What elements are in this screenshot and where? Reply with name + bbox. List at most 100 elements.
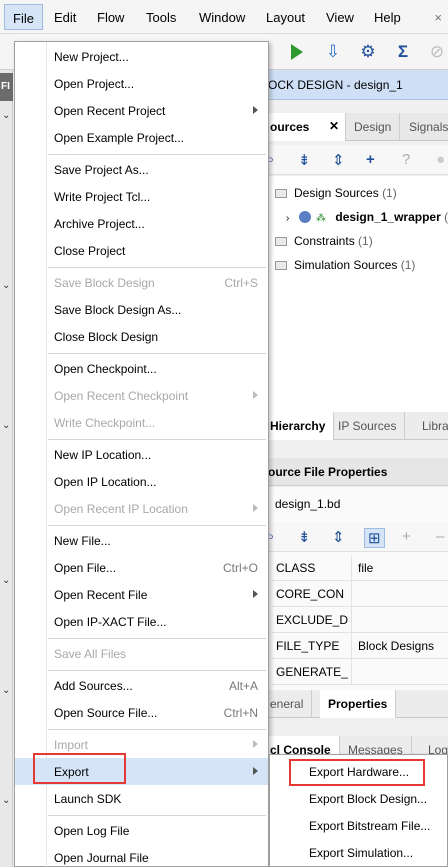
add-icon[interactable]: +	[366, 151, 375, 168]
tree-item-simulation-sources[interactable]: Simulation Sources (1)	[275, 258, 415, 272]
table-row[interactable]: CLASS file	[272, 555, 448, 581]
tab-sources[interactable]: ources ✕	[262, 113, 346, 141]
block-design-header: OCK DESIGN - design_1	[262, 70, 448, 100]
chevron-down-icon[interactable]: ⌄	[2, 110, 10, 121]
menu-item-open-journal-file[interactable]: Open Journal File	[15, 844, 268, 867]
tree-item-constraints[interactable]: Constraints (1)	[275, 234, 373, 248]
menu-item-new-file[interactable]: New File...	[15, 527, 268, 554]
help-icon[interactable]: ?	[402, 151, 410, 168]
expand-all-icon[interactable]: ⇕	[332, 528, 345, 546]
folder-icon	[275, 189, 287, 198]
menu-separator	[48, 729, 266, 730]
menu-file[interactable]: File	[4, 4, 43, 30]
tab-libraries[interactable]: Libra	[414, 412, 448, 440]
table-row[interactable]: GENERATE_	[272, 659, 448, 685]
menu-item-save-block-design-as[interactable]: Save Block Design As...	[15, 296, 268, 323]
menu-window[interactable]: Window	[199, 10, 245, 25]
menu-item-open-ip-xact-file[interactable]: Open IP-XACT File...	[15, 608, 268, 635]
menu-item-export-block-design[interactable]: Export Block Design...	[270, 785, 448, 812]
remove-icon[interactable]: –	[436, 528, 444, 545]
collapse-all-icon[interactable]: ⇟	[298, 528, 311, 546]
chevron-down-icon[interactable]: ⌄	[2, 420, 10, 431]
menu-separator	[48, 815, 266, 816]
tab-general[interactable]: eneral	[262, 690, 313, 718]
sources-tabbar: ources ✕ Design Signals	[262, 113, 448, 141]
menu-separator	[48, 670, 266, 671]
sources-toolbar: ⌕ ⇟ ⇕ + ? ●	[262, 145, 448, 175]
menu-item-launch-sdk[interactable]: Launch SDK	[15, 785, 268, 812]
menu-item-new-ip-location[interactable]: New IP Location...	[15, 441, 268, 468]
menu-item-open-recent-file[interactable]: Open Recent File	[15, 581, 268, 608]
menu-separator	[48, 525, 266, 526]
menu-separator	[48, 154, 266, 155]
tree-item-wrapper[interactable]: › ⁂ design_1_wrapper (d	[286, 210, 448, 224]
chevron-right-icon	[253, 504, 258, 512]
menu-item-new-project[interactable]: New Project...	[15, 43, 268, 70]
menu-item-export-bitstream-file[interactable]: Export Bitstream File...	[270, 812, 448, 839]
chevron-right-icon	[253, 767, 258, 775]
menu-item-export-simulation[interactable]: Export Simulation...	[270, 839, 448, 866]
chevron-right-icon[interactable]: ›	[286, 213, 289, 224]
run-icon[interactable]	[286, 41, 308, 63]
export-hardware-annotation-box	[289, 759, 425, 786]
menu-help[interactable]: Help	[374, 10, 401, 25]
properties-tabbar: eneral Properties	[262, 690, 448, 718]
menu-item-close-block-design[interactable]: Close Block Design	[15, 323, 268, 350]
tab-properties[interactable]: Properties	[320, 690, 397, 718]
folder-icon	[275, 261, 287, 270]
tab-ip-sources[interactable]: IP Sources	[330, 412, 406, 440]
tree-view-icon[interactable]: ⊞	[364, 528, 385, 548]
table-row[interactable]: CORE_CON	[272, 581, 448, 607]
menu-item-add-sources[interactable]: Add Sources... Alt+A	[15, 672, 268, 699]
chevron-down-icon[interactable]: ⌄	[2, 795, 10, 806]
tab-signals[interactable]: Signals	[401, 113, 448, 141]
tab-design[interactable]: Design	[346, 113, 401, 141]
menu-item-close-project[interactable]: Close Project	[15, 237, 268, 264]
menu-view[interactable]: View	[326, 10, 354, 25]
menu-item-open-source-file[interactable]: Open Source File... Ctrl+N	[15, 699, 268, 726]
menu-layout[interactable]: Layout	[266, 10, 305, 25]
table-row[interactable]: FILE_TYPE Block Designs	[272, 633, 448, 659]
menu-item-save-block-design[interactable]: Save Block Design Ctrl+S	[15, 269, 268, 296]
chevron-right-icon	[253, 106, 258, 114]
menu-item-open-example-project[interactable]: Open Example Project...	[15, 124, 268, 151]
close-icon[interactable]: ×	[434, 10, 442, 25]
menu-edit[interactable]: Edit	[54, 10, 76, 25]
verilog-icon	[298, 211, 311, 223]
menu-tools[interactable]: Tools	[146, 10, 176, 25]
table-row[interactable]: EXCLUDE_D	[272, 607, 448, 633]
download-icon[interactable]: ⇩	[322, 41, 344, 63]
menu-separator	[48, 267, 266, 268]
expand-all-icon[interactable]: ⇕	[332, 151, 345, 169]
close-icon[interactable]: ✕	[329, 119, 339, 133]
menu-separator	[48, 439, 266, 440]
properties-title: ource File Properties	[262, 458, 448, 486]
tree-item-design-sources[interactable]: Design Sources (1)	[275, 186, 397, 200]
menu-item-open-recent-checkpoint[interactable]: Open Recent Checkpoint	[15, 382, 268, 409]
export-annotation-box	[33, 753, 126, 784]
menu-item-write-checkpoint[interactable]: Write Checkpoint...	[15, 409, 268, 436]
chevron-down-icon[interactable]: ⌄	[2, 280, 10, 291]
menu-item-open-checkpoint[interactable]: Open Checkpoint...	[15, 355, 268, 382]
chevron-right-icon	[253, 391, 258, 399]
collapse-all-icon[interactable]: ⇟	[298, 151, 311, 169]
menu-item-save-project-as[interactable]: Save Project As...	[15, 156, 268, 183]
add-icon[interactable]: +	[402, 528, 411, 545]
menu-item-open-ip-location[interactable]: Open IP Location...	[15, 468, 268, 495]
menu-item-save-all-files[interactable]: Save All Files	[15, 640, 268, 667]
gear-icon[interactable]: ⚙	[357, 41, 379, 63]
sigma-icon[interactable]: Σ	[392, 41, 414, 63]
tab-hierarchy[interactable]: Hierarchy	[262, 412, 335, 440]
menu-flow[interactable]: Flow	[97, 10, 124, 25]
menu-item-archive-project[interactable]: Archive Project...	[15, 210, 268, 237]
menu-item-open-project[interactable]: Open Project...	[15, 70, 268, 97]
menu-item-open-recent-ip-location[interactable]: Open Recent IP Location	[15, 495, 268, 522]
menu-item-open-log-file[interactable]: Open Log File	[15, 817, 268, 844]
hierarchy-icon: ⁂	[316, 213, 327, 224]
menu-item-open-recent-project[interactable]: Open Recent Project	[15, 97, 268, 124]
chevron-down-icon[interactable]: ⌄	[2, 575, 10, 586]
menu-item-open-file[interactable]: Open File... Ctrl+O	[15, 554, 268, 581]
chevron-down-icon[interactable]: ⌄	[2, 685, 10, 696]
menu-item-write-project-tcl[interactable]: Write Project Tcl...	[15, 183, 268, 210]
properties-table: CLASS file CORE_CON EXCLUDE_D FILE_TYPE Bl…	[272, 555, 448, 685]
